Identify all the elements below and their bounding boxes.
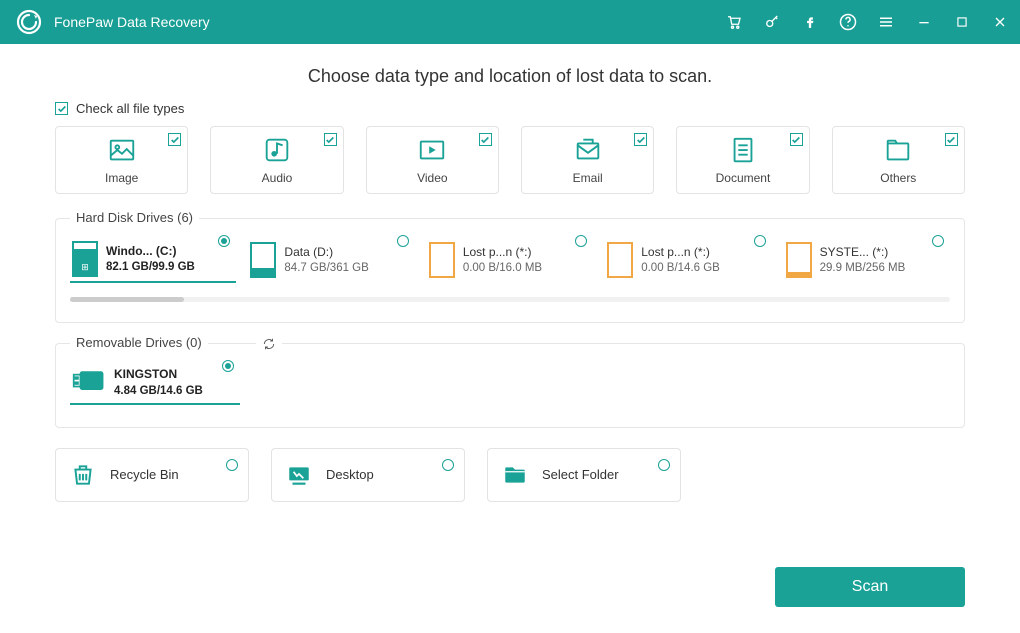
maximize-icon[interactable] — [952, 12, 972, 32]
page-heading: Choose data type and location of lost da… — [55, 66, 965, 87]
radio-icon — [218, 235, 230, 247]
drive-text: Lost p...n (*:)0.00 B/16.0 MB — [463, 244, 542, 277]
checkbox-icon — [168, 133, 181, 146]
locations-row: Recycle Bin Desktop Select Folder — [55, 448, 965, 502]
email-icon — [573, 135, 603, 165]
cart-icon[interactable] — [724, 12, 744, 32]
location-label: Select Folder — [542, 467, 619, 482]
type-label: Document — [716, 171, 771, 185]
drive-text: KINGSTON4.84 GB/14.6 GB — [114, 366, 203, 399]
main-content: Choose data type and location of lost da… — [0, 44, 1020, 502]
hdd-drive-0[interactable]: ⊞ Windo... (C:)82.1 GB/99.9 GB — [70, 237, 236, 283]
radio-icon — [658, 459, 670, 471]
document-icon — [728, 135, 758, 165]
checkbox-icon — [634, 133, 647, 146]
drive-text: SYSTE... (*:)29.9 MB/256 MB — [820, 244, 906, 277]
image-icon — [107, 135, 137, 165]
checkbox-icon — [324, 133, 337, 146]
video-icon — [417, 135, 447, 165]
hdd-drive-list: ⊞ Windo... (C:)82.1 GB/99.9 GB Data (D:)… — [70, 237, 950, 283]
checkbox-icon — [55, 102, 68, 115]
hdd-section-title: Hard Disk Drives (6) — [70, 210, 199, 225]
app-logo-icon — [16, 9, 42, 35]
desktop-icon — [286, 462, 312, 488]
type-label: Others — [880, 171, 916, 185]
audio-icon — [262, 135, 292, 165]
usb-drive-icon — [72, 367, 106, 397]
hdd-drive-4[interactable]: SYSTE... (*:)29.9 MB/256 MB — [784, 237, 950, 283]
radio-icon — [222, 360, 234, 372]
checkbox-icon — [945, 133, 958, 146]
file-types-row: Image Audio Video Email Document Others — [55, 126, 965, 194]
checkbox-icon — [479, 133, 492, 146]
location-select folder[interactable]: Select Folder — [487, 448, 681, 502]
radio-icon — [575, 235, 587, 247]
drive-icon — [250, 242, 276, 278]
type-card-audio[interactable]: Audio — [210, 126, 343, 194]
type-card-others[interactable]: Others — [832, 126, 965, 194]
radio-icon — [226, 459, 238, 471]
type-label: Image — [105, 171, 138, 185]
recycle bin-icon — [70, 462, 96, 488]
removable-drive-0[interactable]: KINGSTON4.84 GB/14.6 GB — [70, 362, 240, 405]
menu-icon[interactable] — [876, 12, 896, 32]
type-label: Video — [417, 171, 447, 185]
hard-disk-section: Hard Disk Drives (6) ⊞ Windo... (C:)82.1… — [55, 218, 965, 323]
scan-button[interactable]: Scan — [775, 567, 965, 607]
radio-icon — [754, 235, 766, 247]
minimize-icon[interactable] — [914, 12, 934, 32]
type-card-document[interactable]: Document — [676, 126, 809, 194]
key-icon[interactable] — [762, 12, 782, 32]
location-label: Recycle Bin — [110, 467, 179, 482]
removable-section-title: Removable Drives (0) — [70, 335, 208, 350]
hdd-drive-3[interactable]: Lost p...n (*:)0.00 B/14.6 GB — [605, 237, 771, 283]
close-icon[interactable] — [990, 12, 1010, 32]
titlebar: FonePaw Data Recovery — [0, 0, 1020, 44]
titlebar-actions — [724, 12, 1010, 32]
drive-icon — [429, 242, 455, 278]
horizontal-scrollbar[interactable] — [70, 297, 950, 302]
location-label: Desktop — [326, 467, 374, 482]
type-card-image[interactable]: Image — [55, 126, 188, 194]
drive-icon — [786, 242, 812, 278]
drive-icon — [607, 242, 633, 278]
check-all-label: Check all file types — [76, 101, 184, 116]
facebook-icon[interactable] — [800, 12, 820, 32]
type-card-video[interactable]: Video — [366, 126, 499, 194]
type-label: Audio — [262, 171, 293, 185]
app-title: FonePaw Data Recovery — [54, 14, 724, 30]
radio-icon — [442, 459, 454, 471]
radio-icon — [932, 235, 944, 247]
removable-drives-section: Removable Drives (0) KINGSTON4.84 GB/14.… — [55, 343, 965, 428]
check-all-file-types[interactable]: Check all file types — [55, 101, 965, 116]
others-icon — [883, 135, 913, 165]
removable-drive-list: KINGSTON4.84 GB/14.6 GB — [70, 362, 950, 405]
radio-icon — [397, 235, 409, 247]
location-desktop[interactable]: Desktop — [271, 448, 465, 502]
drive-icon: ⊞ — [72, 241, 98, 277]
drive-text: Data (D:)84.7 GB/361 GB — [284, 244, 368, 277]
drive-text: Lost p...n (*:)0.00 B/14.6 GB — [641, 244, 720, 277]
checkbox-icon — [790, 133, 803, 146]
drive-text: Windo... (C:)82.1 GB/99.9 GB — [106, 243, 195, 276]
type-card-email[interactable]: Email — [521, 126, 654, 194]
location-recycle bin[interactable]: Recycle Bin — [55, 448, 249, 502]
help-icon[interactable] — [838, 12, 858, 32]
refresh-icon[interactable] — [256, 334, 282, 354]
select folder-icon — [502, 462, 528, 488]
hdd-drive-1[interactable]: Data (D:)84.7 GB/361 GB — [248, 237, 414, 283]
type-label: Email — [573, 171, 603, 185]
hdd-drive-2[interactable]: Lost p...n (*:)0.00 B/16.0 MB — [427, 237, 593, 283]
